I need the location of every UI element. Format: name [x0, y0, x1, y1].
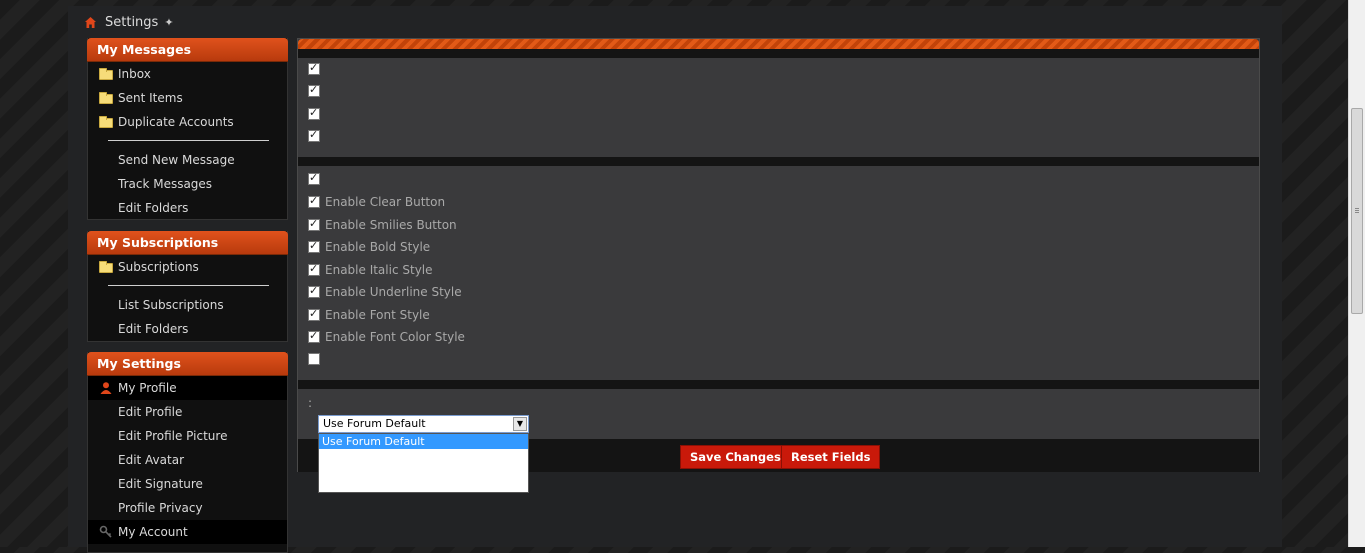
sidebar-item-track-messages[interactable]: Track Messages [88, 172, 287, 196]
sidebar-item-edit-avatar[interactable]: Edit Avatar [88, 448, 287, 472]
option-enable-underline-style[interactable]: Enable Underline Style [308, 282, 462, 302]
select-option-use-forum-default[interactable]: Use Forum Default [319, 434, 528, 449]
settings-panel: Enable Clear Button Enable Smilies Butto… [297, 38, 1260, 493]
sidebar-item-edit-profile[interactable]: Edit Profile [88, 400, 287, 424]
option-enable-font-style[interactable]: Enable Font Style [308, 305, 430, 325]
folder-icon [99, 68, 113, 80]
option-3[interactable] [308, 104, 325, 124]
sidebar-item-edit-folders[interactable]: Edit Folders [88, 196, 287, 220]
divider [88, 279, 287, 293]
option-enable-smilies-button[interactable]: Enable Smilies Button [308, 215, 457, 235]
sidebar-item-duplicate-accounts[interactable]: Duplicate Accounts [88, 110, 287, 134]
breadcrumb-separator-icon: ✦ [164, 15, 174, 29]
checkbox[interactable] [308, 171, 320, 185]
forum-default-select[interactable]: Use Forum Default ▼ [318, 415, 529, 433]
option-enable-font-color-style[interactable]: Enable Font Color Style [308, 327, 465, 347]
sidebar-item-inbox[interactable]: Inbox [88, 62, 287, 86]
breadcrumb-settings[interactable]: Settings [105, 15, 158, 30]
key-icon [99, 525, 112, 538]
checkbox[interactable] [308, 61, 320, 75]
sidebar-item-profile-privacy[interactable]: Profile Privacy [88, 496, 287, 520]
checkbox[interactable] [308, 128, 320, 142]
folder-icon [99, 261, 113, 273]
sidebar-item-subscriptions[interactable]: Subscriptions [88, 255, 287, 279]
option-4[interactable] [308, 126, 325, 146]
panel-header [298, 39, 1259, 49]
sidebar-item-edit-signature[interactable]: Edit Signature [88, 472, 287, 496]
section-separator [298, 49, 1259, 58]
settings-block: My Settings My Profile Edit Profile Edit… [87, 352, 288, 553]
sidebar-item-edit-profile-picture[interactable]: Edit Profile Picture [88, 424, 287, 448]
chevron-down-icon[interactable]: ▼ [513, 417, 527, 431]
reset-fields-button[interactable]: Reset Fields [781, 445, 881, 469]
messages-block: My Messages Inbox Sent Items Duplicate A… [87, 38, 288, 220]
option-editor-1[interactable] [308, 169, 325, 189]
checkbox[interactable] [308, 262, 320, 276]
checkbox[interactable] [308, 194, 320, 208]
settings-header[interactable]: My Settings [87, 352, 288, 376]
save-changes-button[interactable]: Save Changes [680, 445, 791, 469]
messages-header[interactable]: My Messages [87, 38, 288, 62]
home-icon[interactable] [84, 16, 97, 29]
section-separator [298, 157, 1259, 166]
option-enable-clear-button[interactable]: Enable Clear Button [308, 192, 445, 212]
checkbox[interactable] [308, 239, 320, 253]
sidebar-item-sent-items[interactable]: Sent Items [88, 86, 287, 110]
checkbox[interactable] [308, 329, 320, 343]
divider [88, 134, 287, 148]
select-value: Use Forum Default [323, 417, 426, 430]
sidebar-item-send-new-message[interactable]: Send New Message [88, 148, 287, 172]
checkbox[interactable] [308, 217, 320, 231]
subscriptions-block: My Subscriptions Subscriptions List Subs… [87, 231, 288, 342]
option-enable-italic-style[interactable]: Enable Italic Style [308, 260, 433, 280]
page-scrollbar[interactable] [1348, 0, 1365, 547]
checkbox[interactable] [308, 353, 320, 365]
folder-icon [99, 92, 113, 104]
sidebar-item-my-profile[interactable]: My Profile [88, 376, 287, 400]
subscriptions-header[interactable]: My Subscriptions [87, 231, 288, 255]
checkbox[interactable] [308, 307, 320, 321]
sidebar-item-edit-folders-subs[interactable]: Edit Folders [88, 317, 287, 341]
checkbox[interactable] [308, 83, 320, 97]
sidebar-item-my-account[interactable]: My Account [88, 520, 287, 544]
option-editor-last[interactable] [308, 349, 325, 369]
checkbox[interactable] [308, 284, 320, 298]
sidebar-item-list-subscriptions[interactable]: List Subscriptions [88, 293, 287, 317]
option-2[interactable] [308, 81, 325, 101]
checkbox[interactable] [308, 106, 320, 120]
breadcrumb: Settings ✦ [84, 12, 174, 32]
folder-icon [99, 116, 113, 128]
option-1[interactable] [308, 59, 325, 79]
user-icon [100, 382, 112, 394]
select-dropdown-list: Use Forum Default [318, 433, 529, 493]
section-separator [298, 380, 1259, 389]
scrollbar-thumb[interactable] [1351, 108, 1363, 314]
option-enable-bold-style[interactable]: Enable Bold Style [308, 237, 430, 257]
select-label: : [308, 396, 313, 410]
